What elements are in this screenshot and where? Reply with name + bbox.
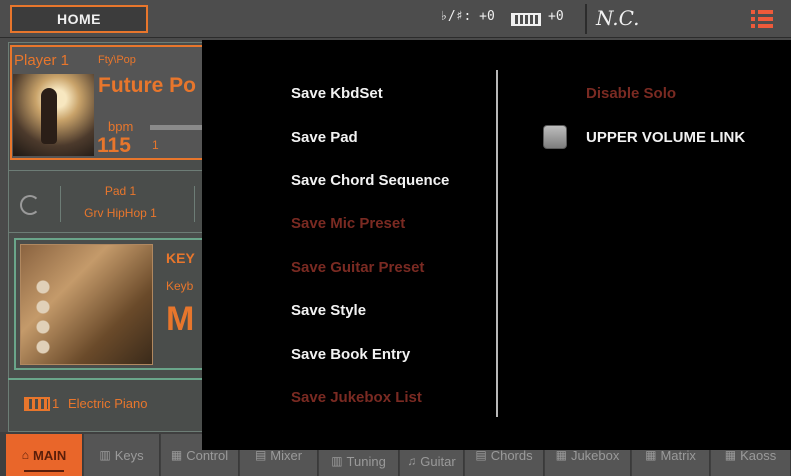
- pad-sound[interactable]: Grv HipHop 1: [68, 206, 173, 220]
- keys-icon: ▥: [99, 448, 111, 462]
- style-category: Fty\Pop: [98, 54, 136, 66]
- divider: [60, 186, 61, 222]
- menu-item-save-jukebox-list: Save Jukebox List: [291, 389, 422, 406]
- top-bar: HOME ♭/♯: +0 +0 N.C.: [0, 0, 791, 38]
- upper-volume-link-label[interactable]: UPPER VOLUME LINK: [586, 129, 745, 146]
- tab-main[interactable]: ⌂ MAIN: [6, 434, 83, 476]
- pad-name[interactable]: Pad 1: [68, 184, 173, 198]
- track-number: 1: [52, 396, 60, 411]
- tab-tuning[interactable]: ▥ Tuning: [319, 446, 399, 476]
- page-menu-icon[interactable]: [751, 10, 773, 28]
- chords-icon: ▤: [475, 448, 487, 462]
- keyboard-set-bank: Keyb: [166, 279, 194, 293]
- menu-item-save-book-entry[interactable]: Save Book Entry: [291, 346, 410, 363]
- menu-item-save-pad[interactable]: Save Pad: [291, 129, 358, 146]
- jukebox-icon: ▦: [555, 448, 567, 462]
- menu-item-save-style[interactable]: Save Style: [291, 302, 366, 319]
- keyboard-set-title: KEY: [166, 250, 195, 266]
- octave-readout[interactable]: +0: [548, 9, 564, 24]
- matrix-icon: ▦: [645, 448, 657, 462]
- tempo-bar: [150, 125, 202, 130]
- divider: [8, 232, 208, 233]
- tempo-measure: 1: [152, 138, 159, 152]
- chord-name: N.C.: [596, 6, 640, 30]
- kaoss-icon: ▦: [724, 448, 737, 462]
- keyboard-set-name[interactable]: M: [166, 300, 194, 339]
- style-artwork: [13, 74, 94, 156]
- mixer-icon: ▤: [254, 448, 267, 462]
- keyboard-octave-icon: [511, 13, 541, 26]
- menu-column-divider: [496, 70, 498, 417]
- bpm-label: bpm: [108, 119, 134, 134]
- home-icon: ⌂: [21, 448, 30, 462]
- menu-item-save-guitar-preset: Save Guitar Preset: [291, 259, 425, 276]
- player-label: Player 1: [14, 52, 70, 69]
- divider: [8, 378, 208, 380]
- menu-item-save-chord-sequence[interactable]: Save Chord Sequence: [291, 172, 449, 189]
- style-name[interactable]: Future Po: [98, 74, 196, 98]
- transpose-readout[interactable]: ♭/♯: +0: [440, 9, 495, 24]
- tab-label: Tuning: [346, 453, 386, 469]
- tab-guitar[interactable]: ♫ Guitar: [400, 446, 464, 476]
- tab-label: MAIN: [33, 447, 67, 463]
- menu-item-save-kbdset[interactable]: Save KbdSet: [291, 85, 383, 102]
- active-tab-indicator: [24, 470, 64, 472]
- tuning-icon: ▥: [331, 454, 343, 468]
- menu-item-save-mic-preset: Save Mic Preset: [291, 215, 406, 232]
- tab-label: Guitar: [420, 453, 456, 469]
- keyboard-track-icon: [24, 397, 50, 411]
- tempo-value[interactable]: 115: [97, 134, 131, 158]
- tab-keys[interactable]: ▥ Keys: [84, 434, 160, 476]
- divider: [194, 186, 195, 222]
- divider: [8, 170, 208, 171]
- refresh-icon[interactable]: [20, 195, 40, 215]
- control-icon: ▦: [170, 448, 183, 462]
- track-sound-name[interactable]: Electric Piano: [68, 396, 147, 411]
- divider: [585, 4, 587, 34]
- guitar-icon: ♫: [407, 454, 417, 468]
- tab-label: Keys: [114, 447, 144, 463]
- keyboard-set-artwork: [20, 244, 153, 365]
- home-button[interactable]: HOME: [10, 5, 148, 33]
- upper-volume-link-checkbox[interactable]: [543, 125, 567, 149]
- menu-item-disable-solo: Disable Solo: [586, 85, 677, 102]
